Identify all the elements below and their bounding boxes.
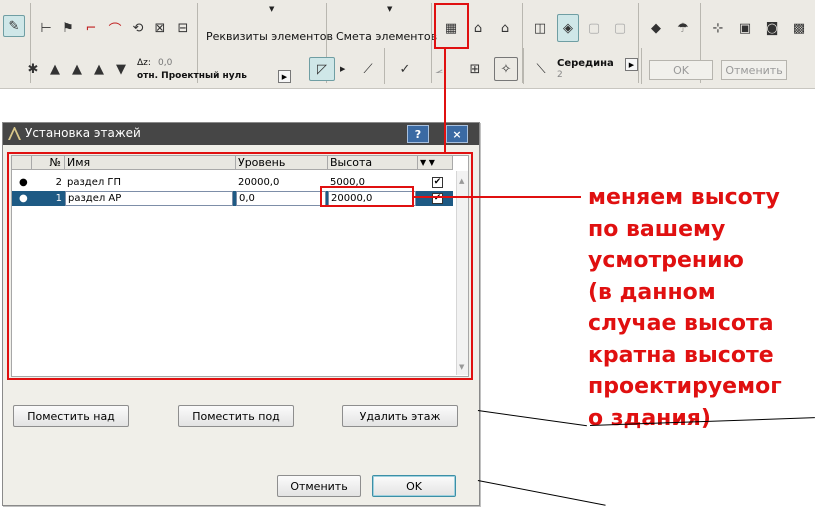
estimate-dropdown-icon[interactable]: ▼: [387, 5, 392, 13]
wall-tool-icon[interactable]: ⊢: [35, 17, 57, 39]
column-tool-icon[interactable]: ⚑: [57, 17, 79, 39]
annotation-line: меняем высоту: [588, 185, 780, 210]
story-up-icon[interactable]: ⌂: [467, 17, 489, 39]
snap-mode-icon[interactable]: ⟍: [530, 58, 552, 80]
attributes-label[interactable]: Реквизиты элементов: [206, 30, 333, 43]
3d-window-icon[interactable]: ▣: [734, 17, 756, 39]
magic-wand-icon[interactable]: ✧: [494, 57, 518, 81]
grid-snap-icon[interactable]: ⊞: [464, 58, 486, 80]
split-tool-icon[interactable]: ⊠: [149, 17, 171, 39]
attributes-dropdown-icon[interactable]: ▼: [269, 5, 274, 13]
pointer-line: [414, 196, 581, 198]
annotation-line: случае высота: [588, 311, 774, 336]
close-button[interactable]: ×: [446, 125, 468, 143]
story-down-icon[interactable]: ⌂: [494, 17, 516, 39]
toolbar-ok-button[interactable]: OK: [649, 60, 713, 80]
toolbar-separator: [638, 3, 639, 83]
camera-icon[interactable]: ◙: [761, 17, 783, 39]
toolbar-separator: [523, 48, 524, 84]
annotation-line: (в данном: [588, 279, 716, 305]
roof-tool-icon[interactable]: ▲: [66, 58, 88, 80]
elevation-tool-icon[interactable]: ✱: [22, 58, 44, 80]
snap-label[interactable]: Середина: [557, 58, 614, 69]
toolbar: ✎ ⊢ ⚑ ⌐ ⌒ ⟲ ⊠ ⊟ ▼ Реквизиты элементов ▼ …: [0, 0, 815, 89]
3d-view-icon[interactable]: ◈: [557, 14, 579, 42]
geometry-arrow-icon[interactable]: ▶: [340, 65, 345, 73]
reference-label[interactable]: отн. Проектный нуль: [137, 71, 247, 81]
estimate-label[interactable]: Смета элементов: [336, 30, 437, 43]
drawing-line: [477, 480, 606, 506]
toolbar-separator: [384, 48, 385, 84]
dialog-title: Установка этажей: [25, 126, 141, 140]
object-icon[interactable]: ◆: [645, 17, 667, 39]
tool-icon-active[interactable]: ✎: [3, 15, 25, 37]
delete-story-button[interactable]: Удалить этаж: [342, 405, 458, 427]
line-method-icon[interactable]: ⟋: [357, 58, 379, 80]
annotation-line: кратна высоте: [588, 342, 774, 368]
highlight-story-settings: [434, 3, 469, 49]
highlight-height-cell: [320, 186, 414, 207]
snap-menu-icon[interactable]: ▶: [625, 58, 638, 71]
trim-tool-icon[interactable]: ⟲: [127, 17, 149, 39]
annotation-line: проектируемог: [588, 374, 782, 399]
section-icon[interactable]: ▢: [583, 17, 605, 39]
offset-tool-icon[interactable]: ⊟: [172, 17, 194, 39]
elevation-icon[interactable]: ▢: [609, 17, 631, 39]
annotation-text: меняем высоту по вашему усмотрению (в да…: [588, 182, 813, 434]
dz-value[interactable]: 0,0: [158, 58, 172, 68]
cancel-button[interactable]: Отменить: [277, 475, 361, 497]
dialog-titlebar[interactable]: Установка этажей ? ×: [3, 123, 479, 145]
connector-line: [444, 49, 446, 153]
app-logo-icon: [8, 127, 21, 140]
shell-tool-icon[interactable]: ▲: [88, 58, 110, 80]
toolbar-separator: [641, 48, 642, 84]
angle-method-icon[interactable]: ⦟: [428, 58, 450, 80]
check-method-icon[interactable]: ✓: [394, 58, 416, 80]
view-icon[interactable]: ◫: [529, 17, 551, 39]
mesh-tool-icon[interactable]: ▼: [110, 58, 132, 80]
axis-icon[interactable]: ⊹: [707, 17, 729, 39]
annotation-line: усмотрению: [588, 248, 744, 273]
snap-value[interactable]: 2: [557, 70, 563, 80]
drawing-line: [477, 410, 587, 427]
reference-menu-icon[interactable]: ▶: [278, 70, 291, 83]
arc-tool-icon[interactable]: ⌒: [104, 17, 126, 39]
dz-label: Δz:: [137, 58, 151, 68]
slab-tool-icon[interactable]: ▲: [44, 58, 66, 80]
ok-button[interactable]: OK: [372, 475, 456, 497]
toolbar-cancel-button[interactable]: Отменить: [721, 60, 787, 80]
geometry-method-icon[interactable]: ◸: [309, 57, 335, 81]
beam-tool-icon[interactable]: ⌐: [80, 17, 102, 39]
render-icon[interactable]: ▩: [788, 17, 810, 39]
annotation-line: по вашему: [588, 216, 726, 242]
help-button[interactable]: ?: [407, 125, 429, 143]
insert-above-button[interactable]: Поместить над: [13, 405, 129, 427]
insert-below-button[interactable]: Поместить под: [178, 405, 294, 427]
figure-icon[interactable]: ☂: [672, 17, 694, 39]
